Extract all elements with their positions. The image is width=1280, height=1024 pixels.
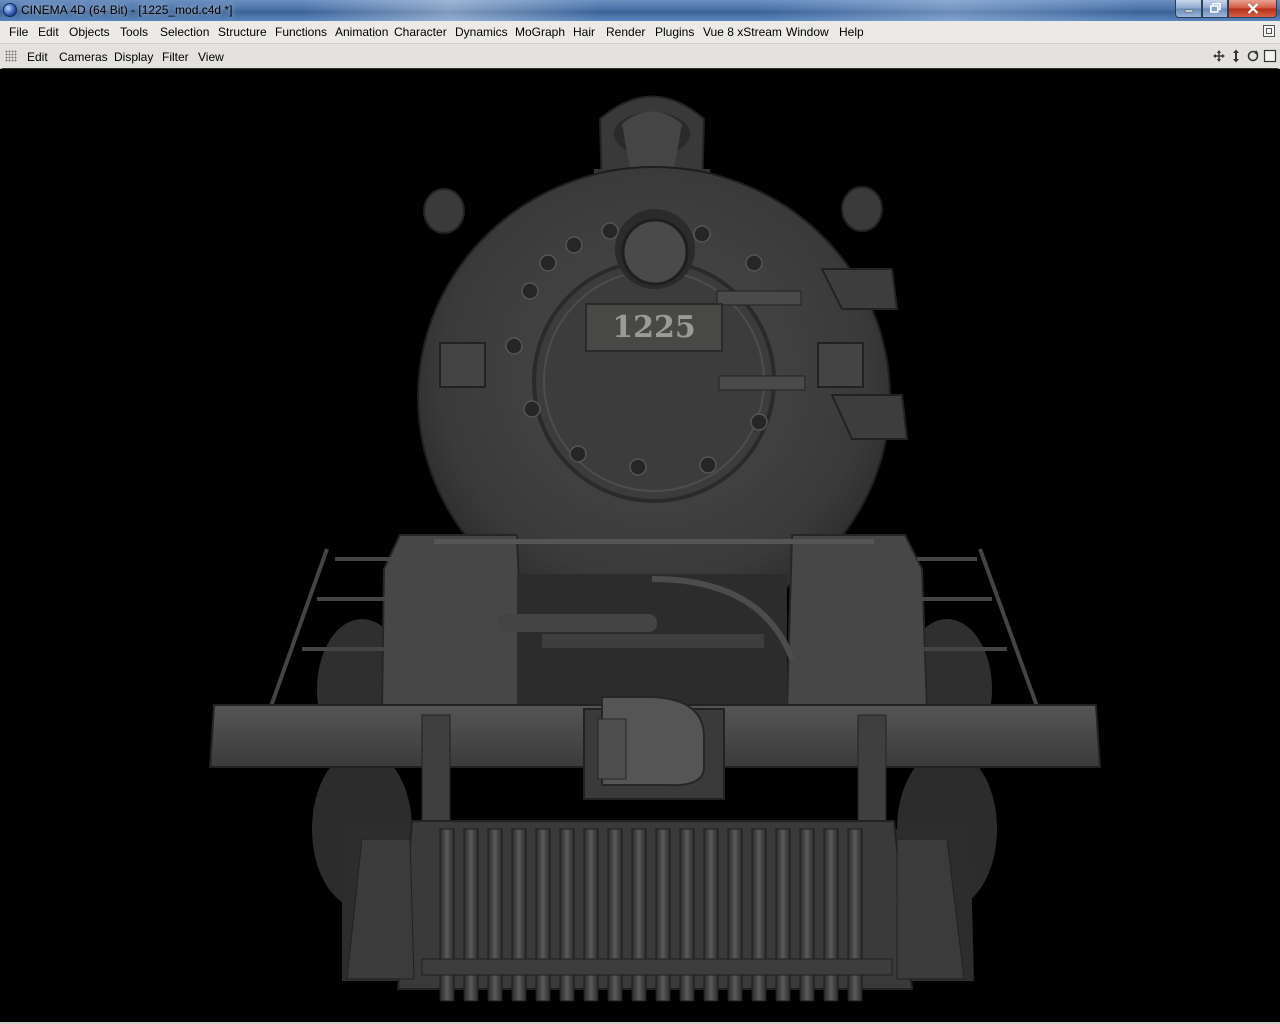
menu-animation[interactable]: Animation [335,25,388,39]
menu-vue-xstream[interactable]: Vue 8 xStream [703,25,782,39]
window-titlebar[interactable]: CINEMA 4D (64 Bit) - [1225_mod.c4d *] [0,0,1280,21]
minimize-button[interactable] [1175,0,1202,18]
move-view-icon[interactable] [1212,49,1226,63]
menu-functions[interactable]: Functions [275,25,327,39]
restore-button[interactable] [1202,0,1228,18]
toolbar-grip-handle[interactable] [5,50,17,62]
close-button[interactable] [1228,0,1277,18]
viewport-menu-display[interactable]: Display [114,50,153,64]
menu-mograph[interactable]: MoGraph [515,25,565,39]
rotate-view-icon[interactable] [1246,49,1260,63]
locomotive-model-render: 1225 [208,95,1102,1002]
cowcatcher-pilot [342,820,974,1002]
layout-switch-icon[interactable] [1263,25,1275,37]
menu-objects[interactable]: Objects [69,25,110,39]
menu-tools[interactable]: Tools [120,25,148,39]
viewport-menu-edit[interactable]: Edit [27,50,48,64]
menu-render[interactable]: Render [606,25,645,39]
menu-plugins[interactable]: Plugins [655,25,694,39]
menu-window[interactable]: Window [786,25,829,39]
menu-selection[interactable]: Selection [160,25,209,39]
zoom-view-icon[interactable] [1229,49,1243,63]
viewport-menu-filter[interactable]: Filter [162,50,189,64]
minimize-icon [1184,9,1193,13]
number-plate-text: 1225 [612,310,696,345]
menu-help[interactable]: Help [839,25,864,39]
window-title: CINEMA 4D (64 Bit) - [1225_mod.c4d *] [21,3,233,17]
restore-icon [1209,2,1221,13]
close-icon [1247,3,1258,14]
menu-character[interactable]: Character [394,25,447,39]
cinema4d-app-icon[interactable] [3,3,17,17]
menu-structure[interactable]: Structure [218,25,267,39]
menu-hair[interactable]: Hair [573,25,595,39]
viewport-menu-cameras[interactable]: Cameras [59,50,108,64]
coupler [583,696,725,800]
menu-dynamics[interactable]: Dynamics [455,25,508,39]
viewport-menu-view[interactable]: View [198,50,224,64]
menu-file[interactable]: File [9,25,28,39]
main-menubar: File Edit Objects Tools Selection Struct… [0,21,1280,44]
viewport-toolbar: Edit Cameras Display Filter View [0,44,1280,69]
titlebar-glow [300,0,600,21]
maximize-view-icon[interactable] [1263,49,1277,63]
3d-viewport[interactable]: 1225 [2,68,1278,1023]
titlebar-glow [760,0,1140,21]
menu-edit[interactable]: Edit [38,25,59,39]
